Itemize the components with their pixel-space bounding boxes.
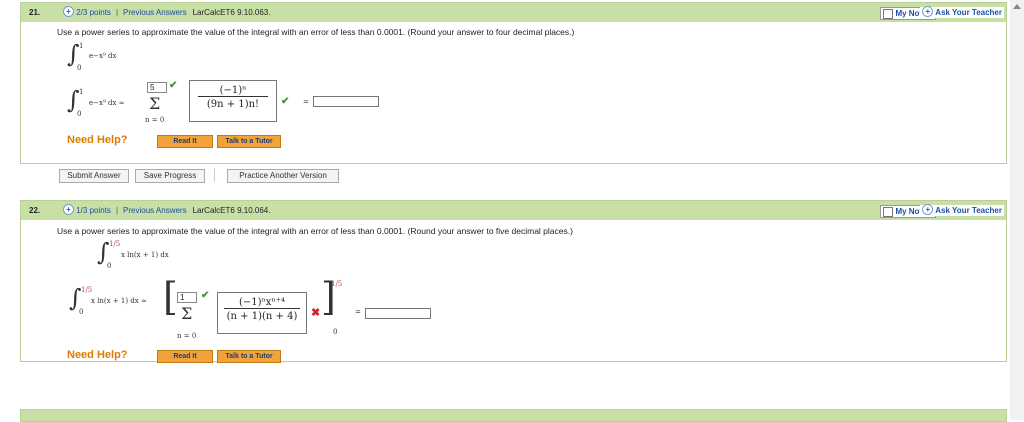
question-22: 22. + 1/3 points | Previous Answers LarCalc…: [20, 200, 1007, 363]
problem-code: LarCalcET6 9.10.063.: [192, 8, 271, 17]
fraction-numerator: (−1)ⁿ: [198, 81, 268, 97]
x-mark-icon: ✖: [311, 307, 321, 319]
integral-lower: 0: [107, 262, 112, 270]
integrand: x ln(x + 1) dx: [121, 251, 169, 259]
integral-upper: 1: [79, 88, 84, 96]
eval-upper: 1/5: [331, 280, 343, 288]
sum-lower: n = 0: [145, 116, 165, 124]
practice-another-version-button[interactable]: Practice Another Version: [227, 169, 339, 183]
question-number: 21.: [29, 8, 41, 17]
integral-upper: 1/5: [109, 240, 121, 248]
points-area: + 1/3 points | Previous Answers LarCalcET6 …: [63, 201, 270, 220]
scroll-up-arrow-icon[interactable]: [1013, 4, 1021, 9]
integral-upper: 1/5: [81, 286, 93, 294]
answer-input[interactable]: [313, 96, 379, 107]
integral-display: ∫ 1/5 0 x ln(x + 1) dx: [97, 240, 169, 270]
integrand: e−x⁹ dx: [89, 52, 117, 60]
talk-to-tutor-button[interactable]: Talk to a Tutor: [217, 350, 281, 363]
need-help-label: Need Help?: [67, 349, 128, 361]
integral-lower: 0: [77, 64, 82, 72]
previous-answers-link[interactable]: Previous Answers: [123, 206, 187, 215]
sigma-symbol: Σ: [149, 94, 161, 113]
eval-lower: 0: [333, 328, 338, 336]
fraction-numerator: (−1)ⁿxⁿ⁺⁴: [224, 293, 300, 309]
answer-input[interactable]: [365, 308, 431, 319]
question-21-header: 21. + 2/3 points | Previous Answers LarCalc…: [21, 3, 1006, 22]
question-prompt: Use a power series to approximate the va…: [57, 226, 573, 236]
need-help-label: Need Help?: [67, 134, 128, 146]
divider: [214, 168, 215, 182]
left-bracket: [: [163, 275, 178, 319]
question-22-body: Use a power series to approximate the va…: [21, 220, 1006, 363]
integral-display: ∫ 1 0 e−x⁹ dx: [67, 42, 116, 72]
check-icon: ✔: [281, 96, 290, 107]
equals-sign: =: [355, 308, 361, 316]
ask-teacher-label: Ask Your Teacher: [935, 206, 1002, 215]
notes-checkbox[interactable]: [883, 9, 894, 19]
sigma-symbol: Σ: [181, 304, 193, 323]
integral-lower: 0: [79, 308, 84, 316]
fraction-denominator: (n + 1)(n + 4): [226, 311, 298, 322]
ask-teacher-label: Ask Your Teacher: [935, 8, 1002, 17]
plus-icon: +: [922, 204, 934, 216]
fraction-input[interactable]: (−1)ⁿxⁿ⁺⁴ (n + 1)(n + 4): [217, 292, 307, 334]
ask-teacher-button[interactable]: + Ask Your Teacher: [920, 6, 1004, 18]
question-21-body: Use a power series to approximate the va…: [21, 22, 1006, 163]
lhs-expression: x ln(x + 1) dx ≈: [91, 297, 147, 305]
check-icon: ✔: [169, 80, 178, 91]
lhs-integral: ∫ 1/5 0 x ln(x + 1) dx ≈: [69, 286, 147, 316]
points-area: + 2/3 points | Previous Answers LarCalcET6 …: [63, 3, 270, 22]
read-it-button[interactable]: Read It: [157, 135, 213, 148]
points-link[interactable]: 2/3 points: [76, 8, 111, 17]
sum-upper-input[interactable]: 1: [177, 292, 197, 303]
lhs-integral: ∫ 1 0 e−x⁹ dx ≈: [67, 88, 125, 118]
integral-upper: 1: [79, 42, 84, 50]
expand-plus-icon[interactable]: +: [63, 204, 74, 216]
submit-answer-button[interactable]: Submit Answer: [59, 169, 129, 183]
question-21: 21. + 2/3 points | Previous Answers LarCalc…: [20, 2, 1007, 164]
ask-teacher-button[interactable]: + Ask Your Teacher: [920, 204, 1004, 216]
integral-lower: 0: [77, 110, 82, 118]
plus-icon: +: [922, 6, 934, 18]
fraction-input[interactable]: (−1)ⁿ (9n + 1)n!: [189, 80, 277, 122]
submit-row: Submit Answer Save Progress Practice Ano…: [20, 162, 350, 184]
points-link[interactable]: 1/3 points: [76, 206, 111, 215]
sum-lower: n = 0: [177, 332, 197, 340]
equals-sign: =: [303, 98, 309, 106]
next-question-header: [20, 409, 1007, 422]
question-22-header: 22. + 1/3 points | Previous Answers LarCalc…: [21, 201, 1006, 220]
notes-checkbox[interactable]: [883, 207, 894, 217]
problem-code: LarCalcET6 9.10.064.: [192, 206, 271, 215]
previous-answers-link[interactable]: Previous Answers: [123, 8, 187, 17]
save-progress-button[interactable]: Save Progress: [135, 169, 205, 183]
lhs-expression: e−x⁹ dx ≈: [89, 99, 125, 107]
talk-to-tutor-button[interactable]: Talk to a Tutor: [217, 135, 281, 148]
expand-plus-icon[interactable]: +: [63, 6, 74, 18]
check-icon: ✔: [201, 290, 210, 301]
scrollbar[interactable]: [1010, 0, 1024, 420]
question-prompt: Use a power series to approximate the va…: [57, 27, 575, 37]
fraction-denominator: (9n + 1)n!: [206, 99, 260, 110]
question-number: 22.: [29, 206, 41, 215]
read-it-button[interactable]: Read It: [157, 350, 213, 363]
sum-upper-input[interactable]: 5: [147, 82, 167, 93]
